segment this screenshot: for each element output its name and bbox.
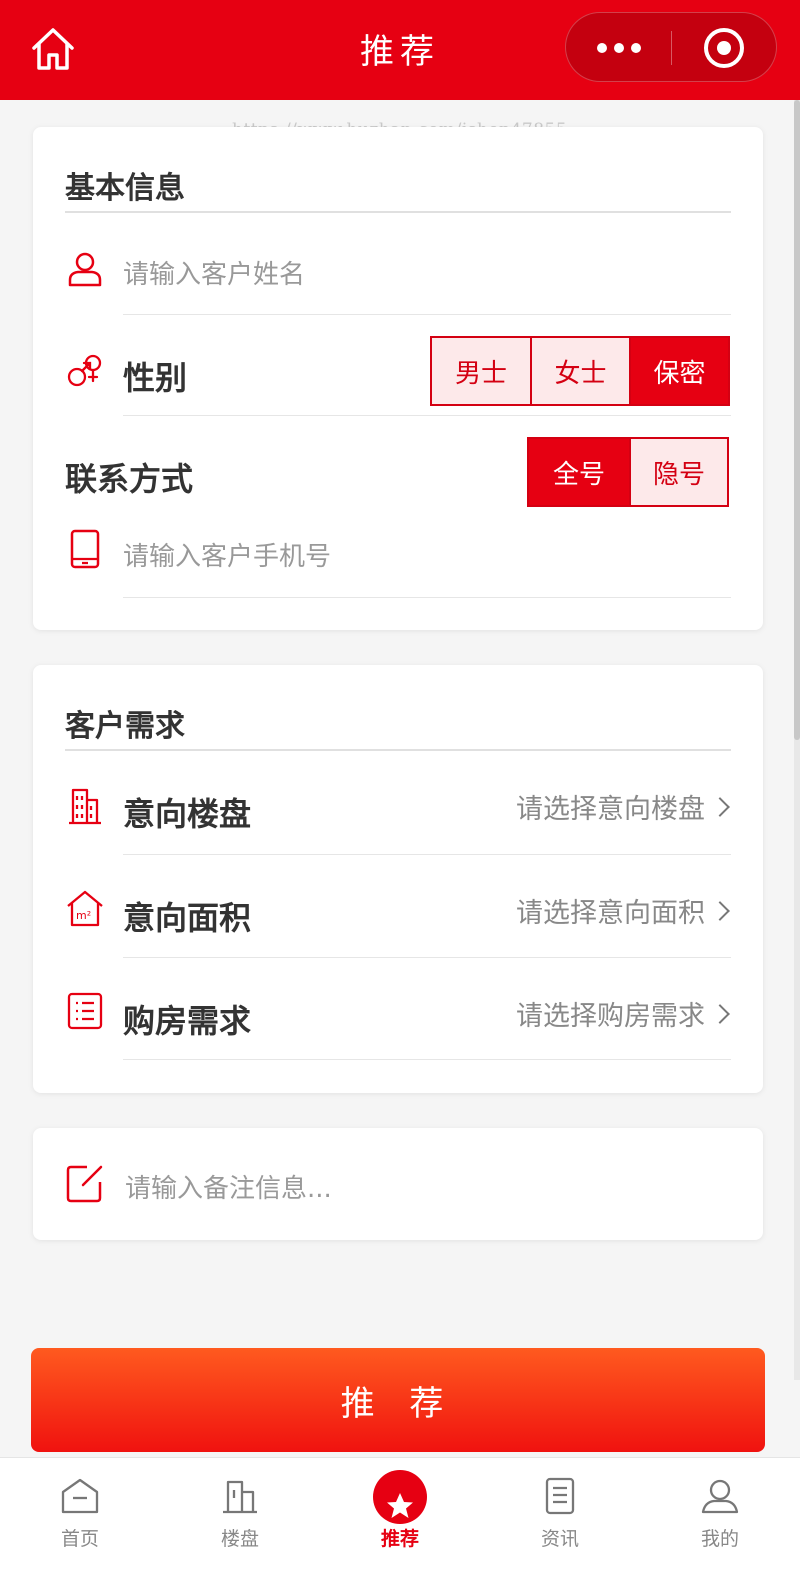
- title-divider: [65, 749, 731, 751]
- recommend-submit-button[interactable]: 推 荐: [31, 1348, 765, 1452]
- phone-icon: [70, 529, 100, 569]
- tab-buildings[interactable]: 楼盘: [160, 1458, 320, 1577]
- intended-project-label: 意向楼盘: [123, 795, 252, 833]
- tab-buildings-label: 楼盘: [220, 1528, 259, 1550]
- nav-header: 推荐: [0, 0, 800, 100]
- bottom-tabbar: 首页 楼盘 推荐 资讯 我的: [0, 1457, 800, 1577]
- home-tab-icon: [61, 1478, 99, 1514]
- purchase-need-label: 购房需求: [123, 1002, 252, 1040]
- capsule-divider: [671, 31, 672, 65]
- intended-project-value: 请选择意向楼盘: [516, 794, 705, 825]
- needs-title: 客户需求: [65, 709, 185, 744]
- row-divider: [123, 957, 731, 958]
- star-icon: [373, 1470, 427, 1524]
- remark-input[interactable]: 请输入备注信息...: [125, 1168, 332, 1205]
- intended-area-value: 请选择意向面积: [516, 898, 705, 929]
- contact-option-full[interactable]: 全号: [529, 439, 629, 505]
- intended-area-select[interactable]: 请选择意向面积: [516, 891, 731, 930]
- gender-option-female[interactable]: 女士: [530, 338, 629, 404]
- gender-icon: [67, 354, 102, 387]
- person-icon: [68, 252, 102, 287]
- chevron-right-icon: [710, 900, 730, 921]
- edit-note-icon: [66, 1165, 103, 1203]
- purchase-need-value: 请选择购房需求: [516, 1001, 705, 1032]
- news-icon: [545, 1477, 575, 1515]
- basic-info-title: 基本信息: [65, 171, 185, 206]
- building-icon: [69, 788, 101, 825]
- title-divider: [65, 211, 731, 213]
- customer-needs-card: 客户需求 意向楼盘 请选择意向楼盘 m² 意向面积 请选择意向面积 购房需求 请…: [33, 665, 763, 1093]
- contact-label: 联系方式: [65, 460, 194, 498]
- list-icon: [67, 992, 103, 1030]
- house-area-icon: m²: [67, 890, 103, 927]
- intended-area-label: 意向面积: [123, 899, 252, 937]
- tab-mine-label: 我的: [700, 1528, 739, 1550]
- mini-program-capsule: [565, 12, 777, 82]
- tab-recommend[interactable]: 推荐: [320, 1458, 480, 1577]
- tab-home-label: 首页: [60, 1528, 99, 1550]
- row-divider: [123, 314, 731, 315]
- purchase-need-select[interactable]: 请选择购房需求: [516, 994, 731, 1033]
- tab-recommend-label: 推荐: [380, 1528, 419, 1550]
- row-divider: [123, 597, 731, 598]
- building-tab-icon: [223, 1480, 257, 1514]
- gender-option-male[interactable]: 男士: [432, 338, 530, 404]
- remark-card: 请输入备注信息...: [33, 1128, 763, 1240]
- tab-home[interactable]: 首页: [0, 1458, 160, 1577]
- row-divider: [123, 854, 731, 855]
- gender-option-private[interactable]: 保密: [629, 338, 728, 404]
- more-dots-icon[interactable]: [566, 13, 671, 83]
- tab-news-label: 资讯: [540, 1528, 579, 1550]
- scrollbar[interactable]: [794, 100, 800, 1380]
- gender-selector: 男士 女士 保密: [430, 336, 730, 406]
- intended-project-select[interactable]: 请选择意向楼盘: [516, 787, 731, 826]
- customer-name-input[interactable]: 请输入客户姓名: [123, 254, 305, 291]
- chevron-right-icon: [710, 1003, 730, 1024]
- contact-option-hidden[interactable]: 隐号: [629, 439, 727, 505]
- chevron-right-icon: [710, 796, 730, 817]
- gender-label: 性别: [123, 359, 188, 397]
- row-divider: [123, 415, 731, 416]
- customer-phone-input[interactable]: 请输入客户手机号: [123, 536, 331, 573]
- user-icon: [701, 1479, 739, 1514]
- contact-mode-selector: 全号 隐号: [527, 437, 729, 507]
- tab-mine[interactable]: 我的: [640, 1458, 800, 1577]
- tab-news[interactable]: 资讯: [480, 1458, 640, 1577]
- row-divider: [123, 1059, 731, 1060]
- svg-text:m²: m²: [76, 909, 91, 922]
- basic-info-card: 基本信息 请输入客户姓名 性别 男士 女士 保密 联系方式 全号 隐号 请输入客…: [33, 127, 763, 630]
- mini-program-close-icon[interactable]: [704, 28, 744, 68]
